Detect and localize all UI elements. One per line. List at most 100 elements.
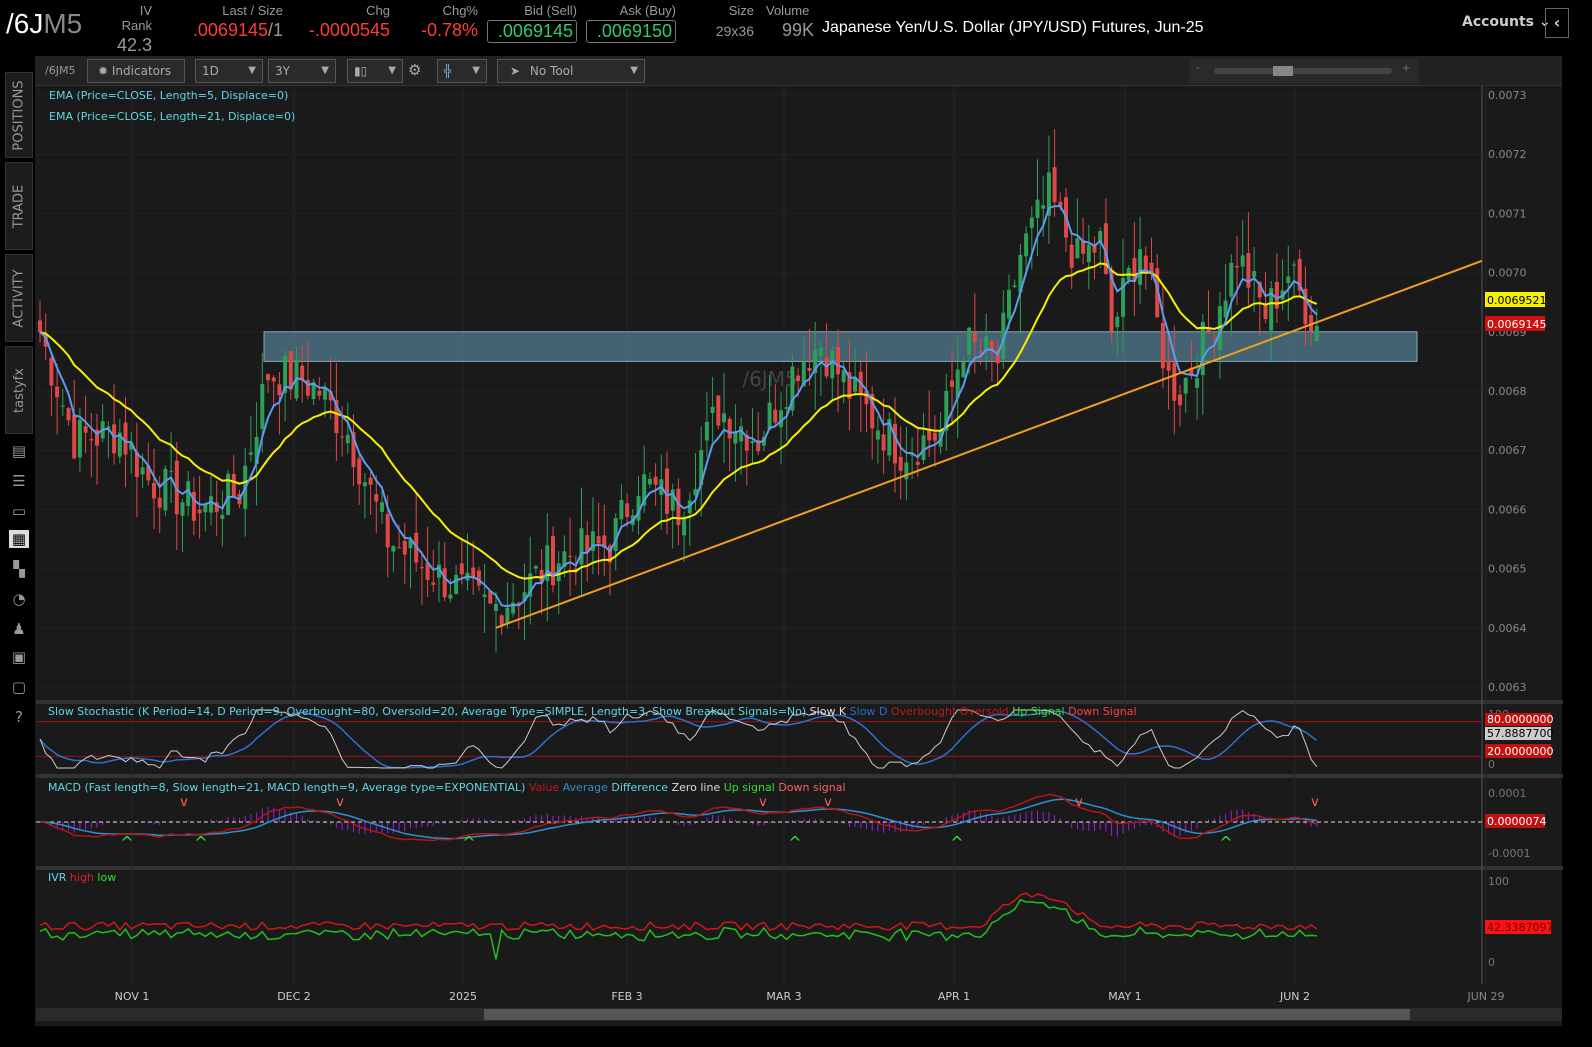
candle[interactable]	[260, 383, 265, 429]
candle[interactable]	[1240, 255, 1245, 267]
candle[interactable]	[836, 347, 840, 375]
candle[interactable]	[362, 482, 367, 487]
candle[interactable]	[499, 615, 504, 626]
candle[interactable]	[231, 474, 236, 497]
candle[interactable]	[1252, 271, 1257, 278]
candle[interactable]	[739, 426, 744, 442]
candle[interactable]	[676, 488, 681, 526]
candle[interactable]	[163, 468, 168, 511]
candle[interactable]	[448, 594, 453, 599]
candle[interactable]	[77, 419, 82, 458]
candle[interactable]	[374, 494, 379, 502]
support-zone[interactable]	[263, 331, 1418, 362]
price-chart[interactable]: NOV 1 DEC 2 2025 FEB 3 MAR 3 APR 1 MAY 1 JUN 2 J…	[0, 0, 1592, 1047]
candle[interactable]	[551, 535, 555, 586]
candle[interactable]	[1012, 285, 1017, 288]
candle[interactable]	[716, 395, 721, 426]
candle[interactable]	[459, 563, 464, 575]
candle[interactable]	[682, 516, 687, 536]
candle[interactable]	[767, 402, 772, 430]
candle[interactable]	[197, 509, 202, 514]
candle[interactable]	[1286, 276, 1291, 284]
candle[interactable]	[49, 357, 54, 386]
candle[interactable]	[893, 423, 897, 464]
candle[interactable]	[248, 452, 253, 455]
candle[interactable]	[1115, 316, 1120, 328]
candle[interactable]	[209, 496, 213, 513]
candle[interactable]	[340, 436, 345, 438]
candle[interactable]	[89, 439, 94, 441]
candle[interactable]	[579, 528, 584, 565]
candle[interactable]	[978, 351, 983, 353]
candle[interactable]	[653, 476, 658, 485]
candle[interactable]	[169, 470, 174, 472]
candle[interactable]	[454, 574, 459, 595]
candle[interactable]	[881, 434, 886, 451]
candle[interactable]	[704, 421, 709, 441]
candle[interactable]	[140, 467, 145, 475]
candle[interactable]	[710, 406, 715, 413]
candle[interactable]	[431, 582, 436, 585]
candle[interactable]	[180, 502, 185, 516]
scrollbar-thumb[interactable]	[484, 1009, 1410, 1020]
candle[interactable]	[385, 514, 390, 548]
candle[interactable]	[568, 555, 573, 557]
candle[interactable]	[625, 503, 630, 518]
pane-divider[interactable]	[36, 774, 1563, 778]
pane-divider[interactable]	[36, 700, 1563, 704]
candle[interactable]	[55, 386, 60, 398]
candle[interactable]	[727, 418, 732, 439]
candle[interactable]	[271, 377, 276, 382]
candle[interactable]	[442, 568, 447, 598]
candle[interactable]	[1007, 289, 1011, 319]
candle[interactable]	[647, 478, 652, 485]
candle[interactable]	[904, 462, 909, 480]
candle[interactable]	[1178, 394, 1182, 406]
candle[interactable]	[1200, 321, 1205, 375]
candle[interactable]	[494, 603, 498, 611]
candle[interactable]	[921, 435, 926, 461]
candle[interactable]	[1035, 199, 1040, 219]
candle[interactable]	[1069, 244, 1074, 268]
candle[interactable]	[505, 607, 510, 624]
candle[interactable]	[1172, 362, 1177, 401]
candle[interactable]	[1143, 255, 1148, 272]
candle[interactable]	[1274, 282, 1279, 309]
candle[interactable]	[1052, 167, 1057, 203]
candle[interactable]	[1166, 360, 1171, 371]
candle[interactable]	[1183, 377, 1188, 394]
candle[interactable]	[317, 390, 322, 396]
candle[interactable]	[476, 570, 481, 586]
candle[interactable]	[1086, 244, 1091, 263]
candle[interactable]	[950, 380, 954, 387]
candle[interactable]	[277, 384, 282, 396]
candle[interactable]	[1024, 233, 1029, 257]
candle[interactable]	[266, 374, 270, 381]
candle[interactable]	[875, 430, 880, 440]
candle[interactable]	[915, 461, 920, 465]
candle[interactable]	[1041, 205, 1046, 209]
candle[interactable]	[380, 502, 384, 512]
candle[interactable]	[533, 565, 538, 569]
candle[interactable]	[1263, 303, 1268, 319]
candle[interactable]	[898, 456, 903, 471]
candle[interactable]	[796, 375, 801, 381]
candle[interactable]	[203, 504, 208, 513]
candle[interactable]	[1212, 337, 1217, 339]
candle[interactable]	[419, 567, 424, 569]
candle[interactable]	[1229, 262, 1234, 297]
candle[interactable]	[357, 458, 362, 485]
candle[interactable]	[750, 440, 755, 444]
candle[interactable]	[722, 413, 726, 423]
candle[interactable]	[830, 350, 835, 379]
candle[interactable]	[38, 320, 42, 333]
candle[interactable]	[66, 408, 71, 421]
candle[interactable]	[220, 514, 225, 519]
candle[interactable]	[961, 361, 966, 378]
candle[interactable]	[391, 546, 396, 552]
candle[interactable]	[967, 327, 972, 355]
candle[interactable]	[1075, 238, 1080, 259]
candle[interactable]	[1292, 264, 1296, 266]
pane-divider[interactable]	[36, 866, 1563, 870]
candle[interactable]	[157, 497, 162, 508]
